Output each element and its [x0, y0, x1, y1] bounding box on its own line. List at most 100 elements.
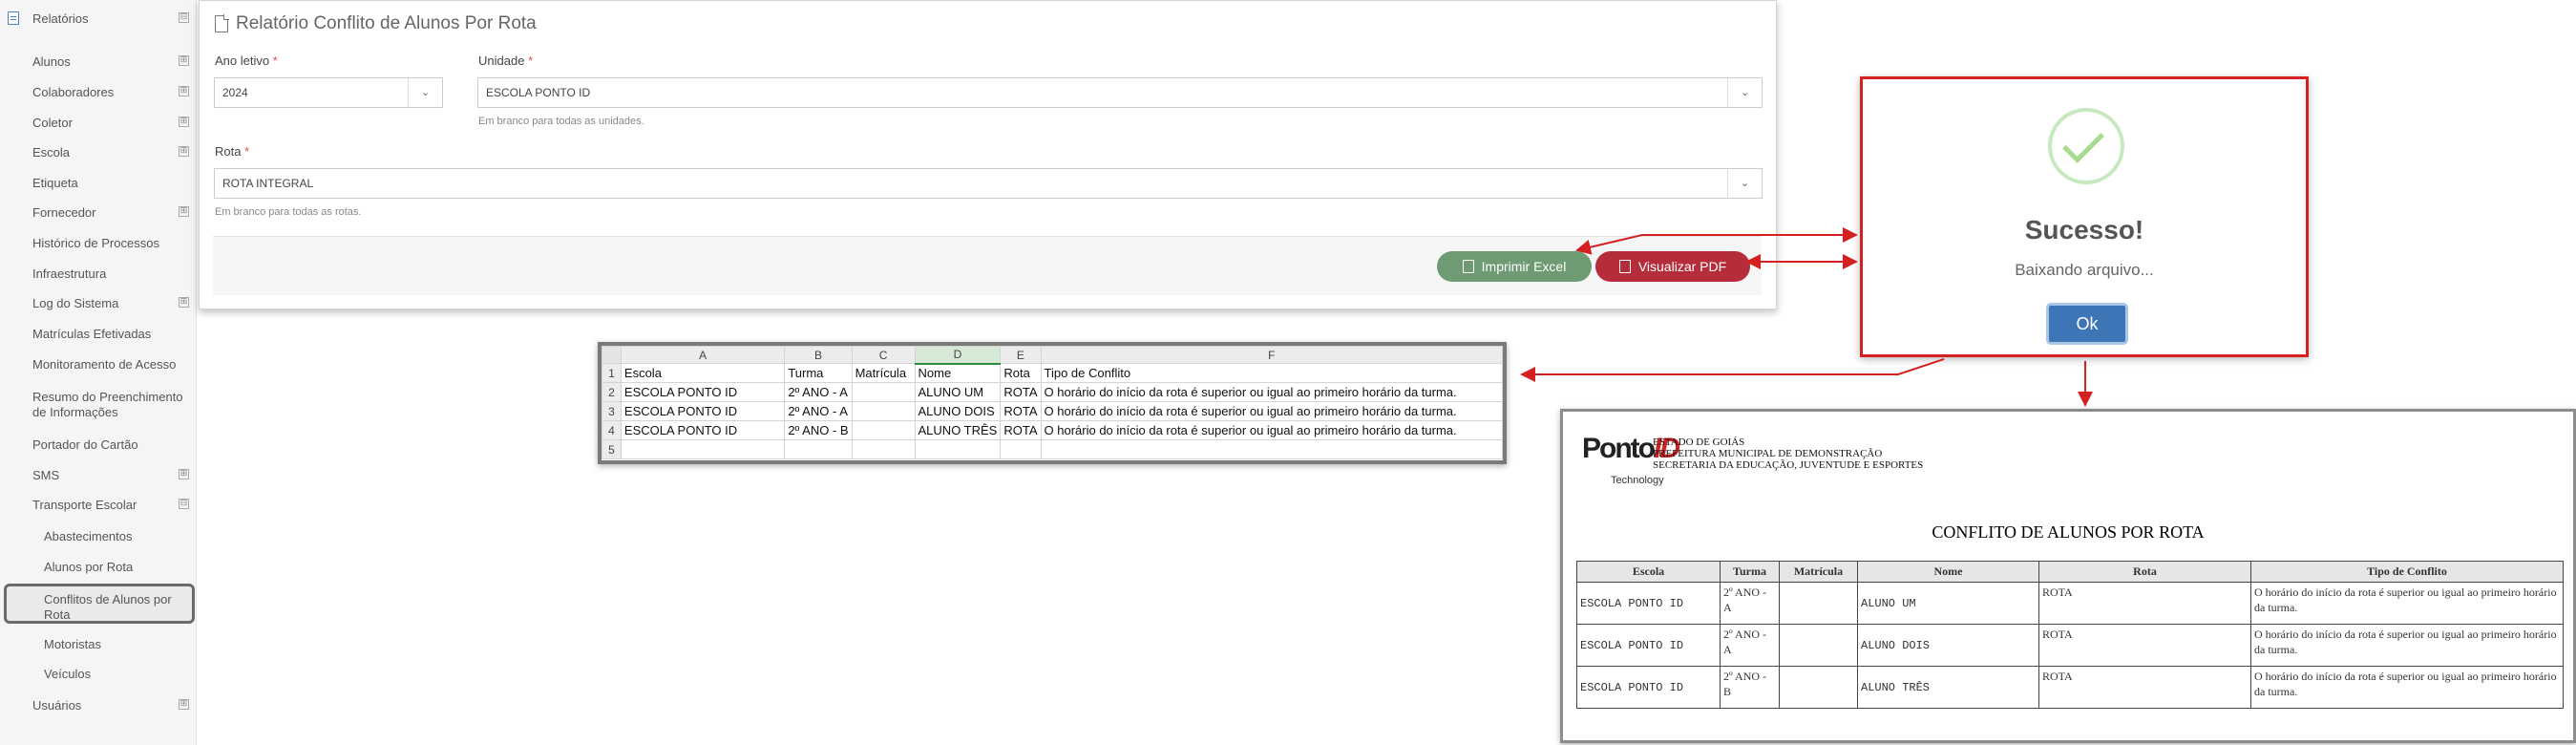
- chevron-down-icon[interactable]: ⌄: [1727, 169, 1762, 198]
- report-column-header: Tipo de Conflito: [2250, 561, 2564, 583]
- sidebar-item-label: Portador do Cartão: [32, 437, 138, 452]
- ano-letivo-label: Ano letivo *: [215, 53, 278, 68]
- success-modal: Sucesso! Baixando arquivo... Ok: [1860, 76, 2309, 357]
- sheet-cell[interactable]: ROTA: [1000, 382, 1042, 402]
- sidebar-item[interactable]: Log do Sistema ⊞: [0, 296, 197, 311]
- sheet-cell[interactable]: ROTA: [1000, 401, 1042, 421]
- sidebar-item[interactable]: Abastecimentos: [0, 529, 197, 544]
- sheet-corner[interactable]: [602, 346, 622, 364]
- sidebar-item[interactable]: Histórico de Processos: [0, 236, 197, 251]
- ano-letivo-select[interactable]: 2024 ⌄: [214, 77, 443, 108]
- sheet-cell[interactable]: [1000, 439, 1042, 459]
- sidebar-item[interactable]: Fornecedor ⊞: [0, 205, 197, 221]
- sidebar-item-label: Abastecimentos: [44, 529, 133, 543]
- sheet-row: 5: [602, 439, 1504, 459]
- document-icon: [215, 14, 229, 32]
- sheet-row-number[interactable]: 3: [602, 401, 622, 421]
- sidebar-item-label: Alunos por Rota: [44, 560, 134, 574]
- sidebar-item[interactable]: Infraestrutura: [0, 266, 197, 282]
- imprimir-excel-button[interactable]: Imprimir Excel: [1437, 251, 1592, 282]
- sheet-cell[interactable]: Nome: [914, 363, 1002, 383]
- sheet-cell[interactable]: [784, 439, 853, 459]
- sidebar-item[interactable]: Veículos: [0, 667, 197, 682]
- expand-toggle-icon[interactable]: ⊟: [179, 12, 189, 23]
- sheet-cell[interactable]: ALUNO UM: [914, 382, 1002, 402]
- sidebar-item[interactable]: Escola ⊞: [0, 145, 197, 160]
- sidebar-item[interactable]: Coletor ⊞: [0, 116, 197, 131]
- sheet-cell[interactable]: ALUNO TRÊS: [914, 420, 1002, 440]
- expand-toggle-icon[interactable]: ⊞: [179, 146, 189, 157]
- sheet-cell[interactable]: Rota: [1000, 363, 1042, 383]
- sheet-cell[interactable]: Escola: [620, 363, 786, 383]
- sidebar-item-label: Fornecedor: [32, 205, 96, 220]
- sidebar-item[interactable]: Monitoramento de Acesso: [0, 357, 197, 372]
- report-title: CONFLITO DE ALUNOS POR ROTA: [1932, 522, 2205, 542]
- sheet-row-number[interactable]: 5: [602, 439, 622, 459]
- expand-toggle-icon[interactable]: ⊞: [179, 206, 189, 217]
- sheet-cell[interactable]: [851, 439, 916, 459]
- sidebar-item[interactable]: Usuários ⊞: [0, 698, 197, 713]
- ok-button[interactable]: Ok: [2046, 303, 2128, 345]
- expand-toggle-icon[interactable]: ⊞: [179, 297, 189, 308]
- expand-toggle-icon[interactable]: ⊞: [179, 699, 189, 710]
- rota-select[interactable]: ROTA INTEGRAL ⌄: [214, 168, 1763, 199]
- expand-toggle-icon[interactable]: ⊟: [179, 499, 189, 509]
- report-cell: O horário do início da rota é superior o…: [2250, 666, 2564, 709]
- sidebar-item[interactable]: Conflitos de Alunos por Rota: [0, 592, 197, 623]
- sheet-cell[interactable]: O horário do início da rota é superior o…: [1040, 382, 1504, 402]
- sheet-cell[interactable]: Matrícula: [851, 363, 916, 383]
- sheet-cell[interactable]: ESCOLA PONTO ID: [620, 382, 786, 402]
- report-cell: ALUNO TRÊS: [1857, 666, 2039, 709]
- sheet-cell[interactable]: 2º ANO - A: [784, 401, 853, 421]
- sidebar-item[interactable]: Relatórios ⊟: [0, 11, 197, 27]
- sheet-cell[interactable]: O horário do início da rota é superior o…: [1040, 401, 1504, 421]
- chevron-down-icon[interactable]: ⌄: [408, 78, 442, 107]
- sheet-column-header[interactable]: A: [620, 346, 786, 364]
- sheet-cell[interactable]: 2º ANO - B: [784, 420, 853, 440]
- sheet-column-header[interactable]: F: [1040, 346, 1504, 364]
- sheet-cell[interactable]: Turma: [784, 363, 853, 383]
- expand-toggle-icon[interactable]: ⊞: [179, 86, 189, 96]
- sheet-row: 1 Escola Turma Matrícula Nome Rota Tipo de Con…: [602, 363, 1504, 383]
- report-cell: ESCOLA PONTO ID: [1576, 666, 1721, 709]
- sheet-cell[interactable]: O horário do início da rota é superior o…: [1040, 420, 1504, 440]
- sheet-cell[interactable]: [851, 382, 916, 402]
- sidebar-item[interactable]: Portador do Cartão: [0, 437, 197, 453]
- sidebar-item[interactable]: Matrículas Efetivadas: [0, 327, 197, 342]
- expand-toggle-icon[interactable]: ⊞: [179, 55, 189, 66]
- expand-toggle-icon[interactable]: ⊞: [179, 469, 189, 479]
- sheet-row-number[interactable]: 2: [602, 382, 622, 402]
- sidebar-item[interactable]: Colaboradores ⊞: [0, 85, 197, 100]
- sidebar-item[interactable]: Alunos ⊞: [0, 54, 197, 70]
- sidebar-item[interactable]: Resumo do Preenchimento de Informações: [0, 390, 197, 420]
- unidade-select[interactable]: ESCOLA PONTO ID ⌄: [477, 77, 1763, 108]
- sheet-cell[interactable]: [851, 420, 916, 440]
- sidebar-item[interactable]: Alunos por Rota: [0, 560, 197, 575]
- sheet-cell[interactable]: 2º ANO - A: [784, 382, 853, 402]
- sheet-column-header[interactable]: B: [784, 346, 853, 364]
- sidebar-item[interactable]: Etiqueta: [0, 176, 197, 191]
- sidebar-item[interactable]: Transporte Escolar ⊟: [0, 498, 197, 513]
- sidebar-item-label: Coletor: [32, 116, 73, 130]
- sheet-cell[interactable]: [851, 401, 916, 421]
- sheet-cell[interactable]: [620, 439, 786, 459]
- sidebar-item[interactable]: SMS ⊞: [0, 468, 197, 483]
- sheet-cell[interactable]: [914, 439, 1002, 459]
- expand-toggle-icon[interactable]: ⊞: [179, 117, 189, 127]
- sheet-column-header[interactable]: D: [914, 346, 1002, 365]
- sheet-row-number[interactable]: 4: [602, 420, 622, 440]
- sheet-column-header[interactable]: E: [1000, 346, 1042, 364]
- sidebar-item[interactable]: Motoristas: [0, 637, 197, 652]
- report-form-panel: Relatório Conflito de Alunos Por Rota An…: [199, 0, 1777, 309]
- sheet-cell[interactable]: Tipo de Conflito: [1040, 363, 1504, 383]
- visualizar-pdf-button[interactable]: Visualizar PDF: [1595, 251, 1750, 282]
- sheet-cell[interactable]: ROTA: [1000, 420, 1042, 440]
- sheet-row-number[interactable]: 1: [602, 363, 622, 383]
- sheet-cell[interactable]: [1040, 439, 1504, 459]
- chevron-down-icon[interactable]: ⌄: [1727, 78, 1762, 107]
- report-cell: [1779, 582, 1858, 625]
- sheet-column-header[interactable]: C: [851, 346, 916, 364]
- sheet-cell[interactable]: ESCOLA PONTO ID: [620, 401, 786, 421]
- sheet-cell[interactable]: ALUNO DOIS: [914, 401, 1002, 421]
- sheet-cell[interactable]: ESCOLA PONTO ID: [620, 420, 786, 440]
